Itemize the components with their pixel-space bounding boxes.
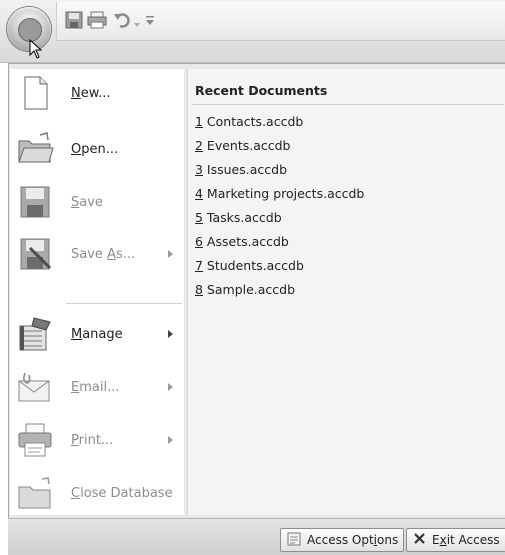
menu-item-label: Manage [71,326,123,342]
menu-item-label: Email... [71,379,120,395]
email-icon [16,369,54,405]
recent-document-item[interactable]: 8 Sample.accdb [195,282,295,297]
manage-database-icon [16,316,54,352]
recent-document-item[interactable]: 7 Students.accdb [195,258,304,273]
menu-item-print[interactable]: Print... [10,416,184,464]
menu-item-label: Save As... [71,246,136,262]
recent-documents-panel: Recent Documents 1 Contacts.accdb 2 Even… [187,69,505,515]
recent-document-item[interactable]: 1 Contacts.accdb [195,114,303,129]
menu-item-label: Close Database [71,485,173,501]
print-icon[interactable] [87,11,107,33]
recent-document-item[interactable]: 4 Marketing projects.accdb [195,186,364,201]
save-as-icon [16,236,54,272]
close-database-icon [16,475,54,511]
menu-separator [66,303,182,304]
submenu-arrow-icon [168,250,173,258]
undo-icon[interactable] [113,11,131,33]
access-options-button[interactable]: Access Options [280,528,404,552]
quick-access-toolbar [56,2,505,41]
recent-document-item[interactable]: 2 Events.accdb [195,138,291,153]
recent-document-item[interactable]: 3 Issues.accdb [195,162,287,177]
submenu-arrow-icon [168,383,173,391]
menu-item-new[interactable]: New... [10,69,184,117]
submenu-arrow-icon [168,436,173,444]
exit-access-label: Exit Access [432,533,500,547]
menu-item-label: Open... [71,141,119,157]
menu-item-save[interactable]: Save [10,178,184,226]
title-bar [0,0,505,63]
menu-item-label: Print... [71,432,114,448]
save-icon[interactable] [65,11,83,33]
menu-commands: New... Open... Save Save As... Manage Em… [10,69,184,515]
office-menu: New... Open... Save Save As... Manage Em… [8,63,505,520]
exit-access-button[interactable]: Exit Access [406,528,505,552]
menu-footer: Access Options Exit Access [8,518,505,555]
save-disk-icon [16,184,54,220]
menu-item-close-database[interactable]: Close Database [10,469,184,517]
menu-item-manage[interactable]: Manage [10,310,184,358]
menu-item-save-as[interactable]: Save As... [10,230,184,278]
close-x-icon [413,532,426,548]
recent-documents-title: Recent Documents [195,83,328,98]
recent-document-item[interactable]: 5 Tasks.accdb [195,210,282,225]
new-document-icon [16,75,54,111]
menu-item-email[interactable]: Email... [10,363,184,411]
access-options-label: Access Options [307,533,399,547]
submenu-arrow-icon [168,330,173,338]
mouse-cursor-icon [29,38,43,63]
recent-document-item[interactable]: 6 Assets.accdb [195,234,289,249]
printer-icon [16,422,54,458]
customize-dropdown-icon[interactable] [145,12,155,31]
menu-item-label: Save [71,194,103,210]
undo-dropdown-icon[interactable] [133,14,141,33]
recent-documents-divider [192,104,504,105]
menu-item-open[interactable]: Open... [10,125,184,173]
open-folder-icon [16,131,54,167]
options-icon [287,532,301,549]
menu-item-label: New... [71,85,111,101]
